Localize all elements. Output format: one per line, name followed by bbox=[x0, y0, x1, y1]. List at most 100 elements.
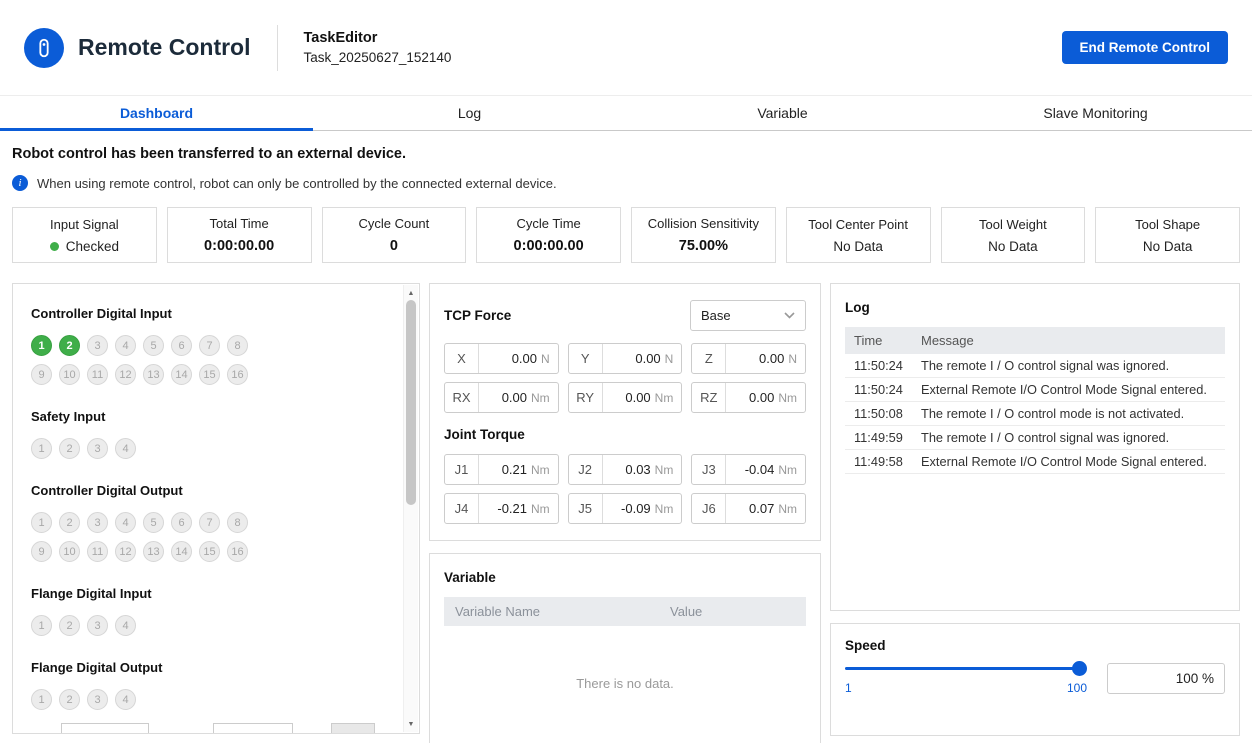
speed-value-field[interactable]: 100 % bbox=[1107, 663, 1225, 694]
force-axis-label: Y bbox=[569, 344, 603, 373]
status-dot-green bbox=[50, 242, 59, 251]
io-indicator: 10 bbox=[59, 541, 80, 562]
task-info: TaskEditor Task_20250627_152140 bbox=[304, 30, 452, 65]
io-indicator: 2 bbox=[59, 512, 80, 533]
scroll-up-icon[interactable]: ▲ bbox=[404, 286, 418, 300]
io-indicator: 4 bbox=[115, 512, 136, 533]
force-unit: Nm bbox=[778, 391, 797, 405]
io-indicator: 15 bbox=[199, 364, 220, 385]
partial-button[interactable] bbox=[331, 723, 375, 734]
log-message: External Remote I/O Control Mode Signal … bbox=[909, 454, 1225, 469]
tab-slave-monitoring[interactable]: Slave Monitoring bbox=[939, 96, 1252, 130]
slider-min-label: 1 bbox=[845, 681, 852, 695]
stat-label: Cycle Count bbox=[358, 216, 429, 231]
joint-label: J5 bbox=[569, 494, 603, 523]
tab-log[interactable]: Log bbox=[313, 96, 626, 130]
stat-value: 75.00% bbox=[679, 238, 728, 254]
dashboard-main: Controller Digital Input 123456789101112… bbox=[0, 283, 1252, 743]
stat-tool-center-point: Tool Center Point No Data bbox=[786, 207, 931, 263]
torque-unit: Nm bbox=[531, 463, 550, 477]
slider-handle[interactable] bbox=[1072, 661, 1087, 676]
tcp-force-rz: RZ0.00Nm bbox=[691, 382, 806, 413]
force-unit: N bbox=[788, 352, 797, 366]
io-indicator: 1 bbox=[31, 335, 52, 356]
log-table-header: Time Message bbox=[845, 327, 1225, 354]
joint-label: J4 bbox=[445, 494, 479, 523]
io-indicator: 7 bbox=[199, 335, 220, 356]
tab-dashboard[interactable]: Dashboard bbox=[0, 96, 313, 130]
variable-name-column-header: Variable Name bbox=[444, 604, 659, 619]
speed-panel: Speed 1 100 100 % bbox=[830, 623, 1240, 736]
task-editor-label: TaskEditor bbox=[304, 30, 452, 46]
log-message: External Remote I/O Control Mode Signal … bbox=[909, 382, 1225, 397]
notice-info-text: When using remote control, robot can onl… bbox=[37, 176, 557, 191]
partial-input-field[interactable] bbox=[61, 723, 149, 734]
io-indicator: 4 bbox=[115, 335, 136, 356]
io-group-label: Flange Digital Input bbox=[31, 586, 401, 601]
log-row: 11:49:59 The remote I / O control signal… bbox=[845, 426, 1225, 450]
io-indicator: 14 bbox=[171, 541, 192, 562]
stat-tool-shape: Tool Shape No Data bbox=[1095, 207, 1240, 263]
force-panel: TCP Force Base X0.00N Y0.00N Z0.00N RX0.… bbox=[429, 283, 821, 541]
variable-panel: Variable Variable Name Value There is no… bbox=[429, 553, 821, 743]
coordinate-frame-select[interactable]: Base bbox=[690, 300, 806, 331]
stat-total-time: Total Time 0:00:00.00 bbox=[167, 207, 312, 263]
io-indicator: 4 bbox=[115, 689, 136, 710]
io-indicator: 14 bbox=[171, 364, 192, 385]
tcp-force-y: Y0.00N bbox=[568, 343, 683, 374]
speed-panel-title: Speed bbox=[845, 638, 1225, 653]
io-indicator: 2 bbox=[59, 689, 80, 710]
tab-variable[interactable]: Variable bbox=[626, 96, 939, 130]
io-indicator: 3 bbox=[87, 512, 108, 533]
stat-value: No Data bbox=[1143, 239, 1193, 254]
chevron-down-icon bbox=[784, 312, 795, 319]
force-value: 0.00 bbox=[625, 390, 650, 405]
end-remote-control-button[interactable]: End Remote Control bbox=[1062, 31, 1229, 64]
scrollbar-thumb[interactable] bbox=[406, 300, 416, 505]
log-time: 11:50:08 bbox=[845, 406, 909, 421]
log-message: The remote I / O control mode is not act… bbox=[909, 406, 1225, 421]
stat-cycle-count: Cycle Count 0 bbox=[322, 207, 467, 263]
right-column: Log Time Message 11:50:24 The remote I /… bbox=[830, 283, 1240, 736]
io-group-flange-digital-output: Flange Digital Output 1234 bbox=[31, 660, 401, 710]
io-indicator: 10 bbox=[59, 364, 80, 385]
slider-track[interactable] bbox=[845, 667, 1085, 670]
io-group-label: Controller Digital Output bbox=[31, 483, 401, 498]
torque-value: 0.21 bbox=[502, 462, 527, 477]
io-indicator: 11 bbox=[87, 364, 108, 385]
io-indicator: 1 bbox=[31, 689, 52, 710]
scroll-down-icon[interactable]: ▼ bbox=[404, 717, 418, 731]
stat-label: Collision Sensitivity bbox=[648, 216, 759, 231]
slider-max-label: 100 bbox=[1067, 681, 1087, 695]
force-axis-label: Z bbox=[692, 344, 726, 373]
stat-input-signal: Input Signal Checked bbox=[12, 207, 157, 263]
joint-label: J6 bbox=[692, 494, 726, 523]
tab-bar: Dashboard Log Variable Slave Monitoring bbox=[0, 96, 1252, 131]
stat-value: No Data bbox=[988, 239, 1038, 254]
io-indicator: 1 bbox=[31, 615, 52, 636]
io-indicator: 5 bbox=[143, 335, 164, 356]
stat-label: Tool Center Point bbox=[808, 217, 908, 232]
torque-value: -0.04 bbox=[745, 462, 775, 477]
speed-slider[interactable] bbox=[845, 661, 1087, 676]
io-indicator: 1 bbox=[31, 512, 52, 533]
io-indicator: 2 bbox=[59, 615, 80, 636]
joint-torque-j6: J60.07Nm bbox=[691, 493, 806, 524]
force-value: 0.00 bbox=[749, 390, 774, 405]
io-panel-scrollbar[interactable]: ▲ ▼ bbox=[403, 285, 418, 732]
joint-label: J1 bbox=[445, 455, 479, 484]
force-axis-label: RX bbox=[445, 383, 479, 412]
io-indicator: 15 bbox=[199, 541, 220, 562]
io-indicator: 6 bbox=[171, 512, 192, 533]
stat-cycle-time: Cycle Time 0:00:00.00 bbox=[476, 207, 621, 263]
io-panel: Controller Digital Input 123456789101112… bbox=[12, 283, 420, 734]
io-indicator: 8 bbox=[227, 335, 248, 356]
io-indicator: 2 bbox=[59, 438, 80, 459]
tcp-force-x: X0.00N bbox=[444, 343, 559, 374]
io-group-controller-digital-output: Controller Digital Output 12345678910111… bbox=[31, 483, 401, 562]
task-name: Task_20250627_152140 bbox=[304, 50, 452, 65]
partial-input-field[interactable] bbox=[213, 723, 293, 734]
app-title: Remote Control bbox=[78, 34, 251, 61]
io-indicator-grid: 1234 bbox=[31, 689, 248, 710]
io-group-label: Flange Digital Output bbox=[31, 660, 401, 675]
